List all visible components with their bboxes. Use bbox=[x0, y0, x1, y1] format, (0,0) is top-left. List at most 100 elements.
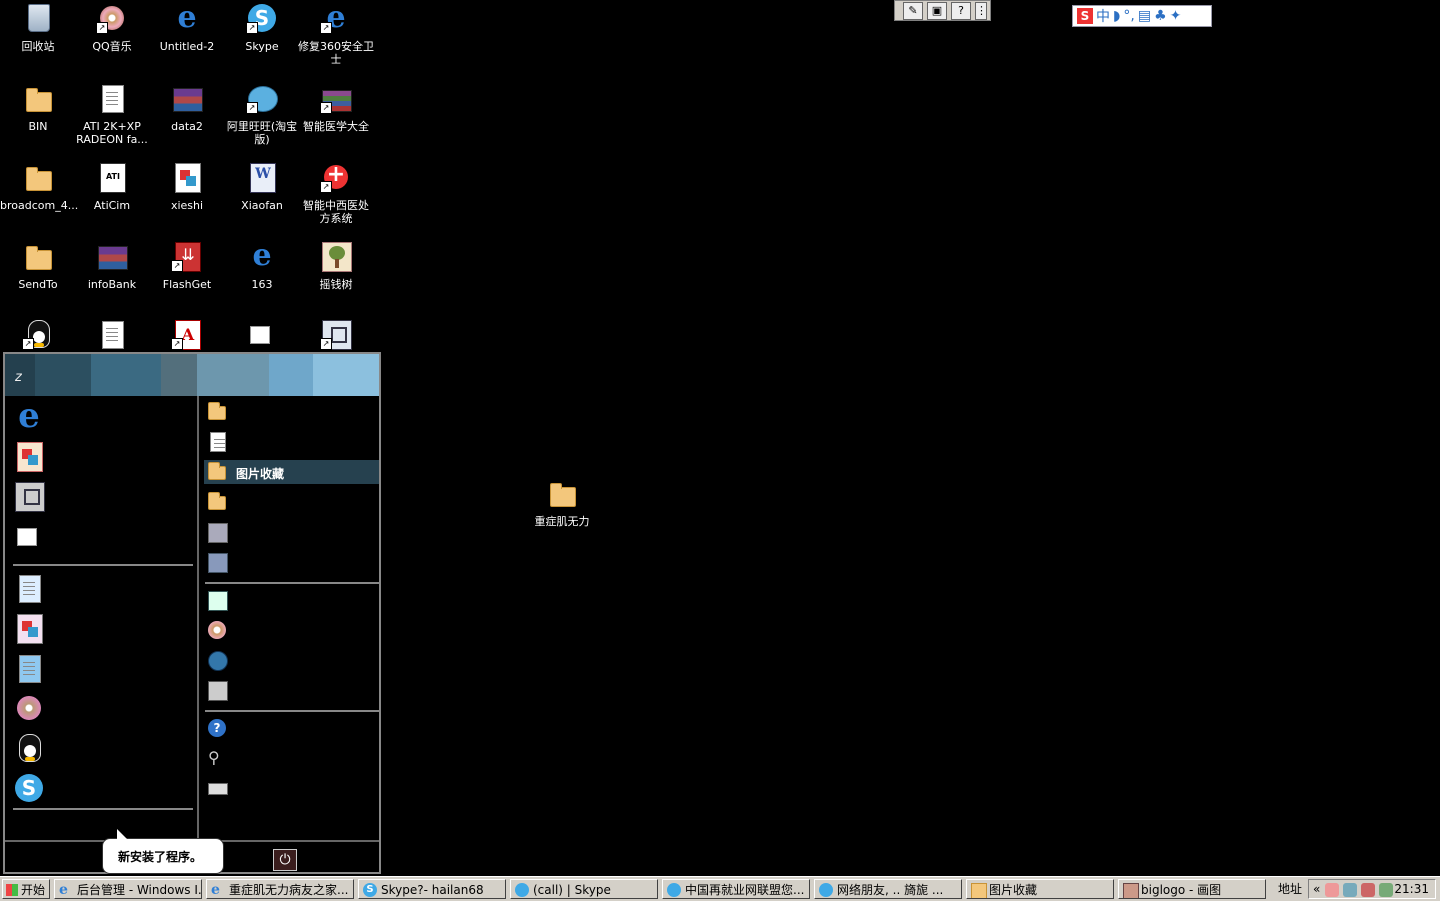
desktop-icon-label: 摇钱树 bbox=[319, 278, 353, 291]
desktop-icon-medical-encyclopedia[interactable]: ↗ 智能医学大全 bbox=[298, 82, 374, 133]
desktop-icon-recycle-bin[interactable]: 回收站 bbox=[0, 2, 76, 53]
run-item[interactable] bbox=[204, 776, 379, 800]
desktop-icon-163[interactable]: e 163 bbox=[224, 240, 300, 292]
internet-explorer-icon[interactable]: e bbox=[13, 399, 47, 434]
folder-icon bbox=[971, 883, 987, 898]
folder-icon bbox=[22, 240, 54, 272]
taskbar-item-skype-main[interactable]: S Skype?- hailan68 bbox=[358, 879, 506, 899]
taskbar-item-paint[interactable]: biglogo - 画图 bbox=[1118, 879, 1266, 899]
tray-network-icon[interactable] bbox=[1343, 883, 1357, 897]
network-icon bbox=[208, 553, 228, 573]
my-documents-item[interactable] bbox=[204, 400, 379, 424]
pen-icon[interactable]: ✎ bbox=[903, 1, 923, 20]
start-button[interactable]: 开始 bbox=[2, 879, 50, 899]
desktop-icon-qq[interactable]: ↗ bbox=[0, 318, 76, 350]
folder-icon bbox=[22, 161, 54, 193]
clock[interactable]: 21:31 bbox=[1394, 880, 1429, 898]
connect-to-item[interactable] bbox=[204, 648, 379, 672]
help-icon[interactable]: ? bbox=[951, 1, 971, 20]
desktop-icon-infobank[interactable]: infoBank bbox=[74, 240, 150, 291]
wrench-icon[interactable]: ✦ bbox=[1170, 8, 1182, 24]
skype-chat-icon bbox=[515, 883, 529, 897]
desktop-icon-ati-radeon[interactable]: ATI 2K+XP RADEON fa... bbox=[74, 82, 150, 146]
control-panel-item[interactable] bbox=[204, 588, 379, 612]
folder-icon bbox=[208, 402, 226, 420]
media-player-icon[interactable] bbox=[13, 692, 47, 726]
desktop-icon-sendto[interactable]: SendTo bbox=[0, 240, 76, 291]
tray-expand-chevron[interactable]: « bbox=[1313, 880, 1320, 898]
printer-icon bbox=[208, 681, 228, 701]
my-pictures-item[interactable]: 图片收藏 bbox=[204, 460, 379, 484]
tray-status-icon[interactable] bbox=[1379, 883, 1393, 897]
recent-documents-item[interactable] bbox=[204, 430, 379, 454]
program-access-icon bbox=[208, 621, 226, 639]
desktop-icon-xieshi[interactable]: xieshi bbox=[149, 161, 225, 212]
qq-penguin-icon[interactable] bbox=[13, 732, 47, 766]
moon-icon[interactable]: ◗ bbox=[1113, 8, 1120, 24]
tray-security-icon[interactable] bbox=[1361, 883, 1375, 897]
taskbar-item-label: 后台管理 - Windows I... bbox=[77, 883, 202, 897]
ime-toolbar: S 中 ◗ °, ▤ ♣ ✦ bbox=[1072, 5, 1212, 27]
taskbar-item-mg-forum[interactable]: e 重症肌无力病友之家... bbox=[206, 879, 354, 899]
my-music-item[interactable] bbox=[204, 490, 379, 514]
toolbar-scroll-icon[interactable]: ⋮ bbox=[975, 1, 987, 20]
folder-icon bbox=[208, 492, 226, 510]
desktop-icon-untitled-2[interactable]: e Untitled-2 bbox=[149, 2, 225, 54]
taskbar-item-reemployment[interactable]: 中国再就业网联盟您... bbox=[662, 879, 810, 899]
desktop-icon-flashget[interactable]: ↗ FlashGet bbox=[149, 240, 225, 291]
network-places-item[interactable] bbox=[204, 550, 379, 574]
taskbar-item-my-pictures[interactable]: 图片收藏 bbox=[966, 879, 1114, 899]
desktop-icon-windows-file[interactable] bbox=[224, 318, 300, 350]
printers-item[interactable] bbox=[204, 678, 379, 702]
set-program-access-item[interactable] bbox=[204, 618, 379, 642]
desktop-icon-aticim[interactable]: AtiCim bbox=[74, 161, 150, 212]
search-item[interactable]: ⚲ bbox=[204, 746, 379, 770]
power-icon[interactable]: ⏻ bbox=[273, 849, 297, 871]
punctuation-icon[interactable]: °, bbox=[1123, 8, 1134, 24]
run-icon bbox=[208, 783, 228, 795]
desktop-icon-network[interactable]: ↗ bbox=[298, 318, 374, 350]
start-menu-pinned-list: e S bbox=[5, 396, 199, 840]
ime-mode-chinese[interactable]: 中 bbox=[1096, 6, 1110, 26]
taskbar-item-backend-admin[interactable]: e 后台管理 - Windows I... bbox=[54, 879, 202, 899]
windows-window-icon[interactable] bbox=[13, 520, 47, 554]
address-toolbar-label[interactable]: 地址 bbox=[1278, 879, 1302, 899]
qq-music-icon: ↗ bbox=[96, 2, 128, 34]
outlook-express-icon[interactable] bbox=[13, 440, 47, 474]
desktop-icon-aliwangwang[interactable]: ↗ 阿里旺旺(淘宝版) bbox=[224, 82, 300, 146]
desktop-icon-repair-360[interactable]: e ↗ 修复360安全卫士 bbox=[298, 2, 374, 67]
desktop-icon-label: Skype bbox=[245, 40, 279, 53]
desktop-icon-data2[interactable]: data2 bbox=[149, 82, 225, 133]
help-icon: ? bbox=[208, 719, 226, 737]
skype-icon[interactable]: S bbox=[13, 772, 47, 806]
desktop-icon-skype[interactable]: S ↗ Skype bbox=[224, 2, 300, 53]
calendar-icon[interactable] bbox=[13, 572, 47, 606]
edit-icon[interactable]: ▣ bbox=[927, 1, 947, 20]
keyboard-icon[interactable]: ▤ bbox=[1138, 8, 1151, 24]
sogou-logo-icon[interactable]: S bbox=[1077, 8, 1093, 24]
skype-icon: S ↗ bbox=[246, 2, 278, 34]
taskbar-item-friends[interactable]: 网络朋友, .. 旖旎 ... bbox=[814, 879, 962, 899]
desktop-icon-broadcom[interactable]: broadcom_4... bbox=[0, 161, 78, 212]
my-computer-item[interactable] bbox=[204, 520, 379, 544]
winrar-archive-icon bbox=[171, 82, 203, 114]
user-icon[interactable]: ♣ bbox=[1154, 8, 1167, 24]
desktop-icon-text-file[interactable] bbox=[74, 318, 150, 350]
taskbar-item-skype-call[interactable]: (call) | Skype bbox=[510, 879, 658, 899]
acrobat-icon: ↗ bbox=[171, 318, 203, 350]
separator bbox=[205, 582, 379, 584]
notepad-icon[interactable] bbox=[13, 652, 47, 686]
help-support-item[interactable]: ? bbox=[204, 716, 379, 740]
desktop-icon-prescription-system[interactable]: ↗ 智能中西医处方系统 bbox=[298, 161, 374, 225]
desktop-icon-xiaofan[interactable]: Xiaofan bbox=[224, 161, 300, 212]
my-computer-icon[interactable] bbox=[13, 480, 47, 514]
key-tool-icon[interactable] bbox=[13, 612, 47, 646]
tray-user-icon[interactable] bbox=[1325, 883, 1339, 897]
skype-icon: S bbox=[363, 883, 377, 897]
desktop-icon-qq-music[interactable]: ↗ QQ音乐 bbox=[74, 2, 150, 53]
desktop-icon-label: 智能医学大全 bbox=[303, 120, 369, 133]
desktop-icon-acrobat[interactable]: ↗ bbox=[149, 318, 225, 350]
desktop-icon-money-tree[interactable]: 摇钱树 bbox=[298, 240, 374, 291]
desktop-icon-bin[interactable]: BIN bbox=[0, 82, 76, 133]
desktop-icon-mg-folder[interactable]: 重症肌无力 bbox=[523, 477, 601, 528]
